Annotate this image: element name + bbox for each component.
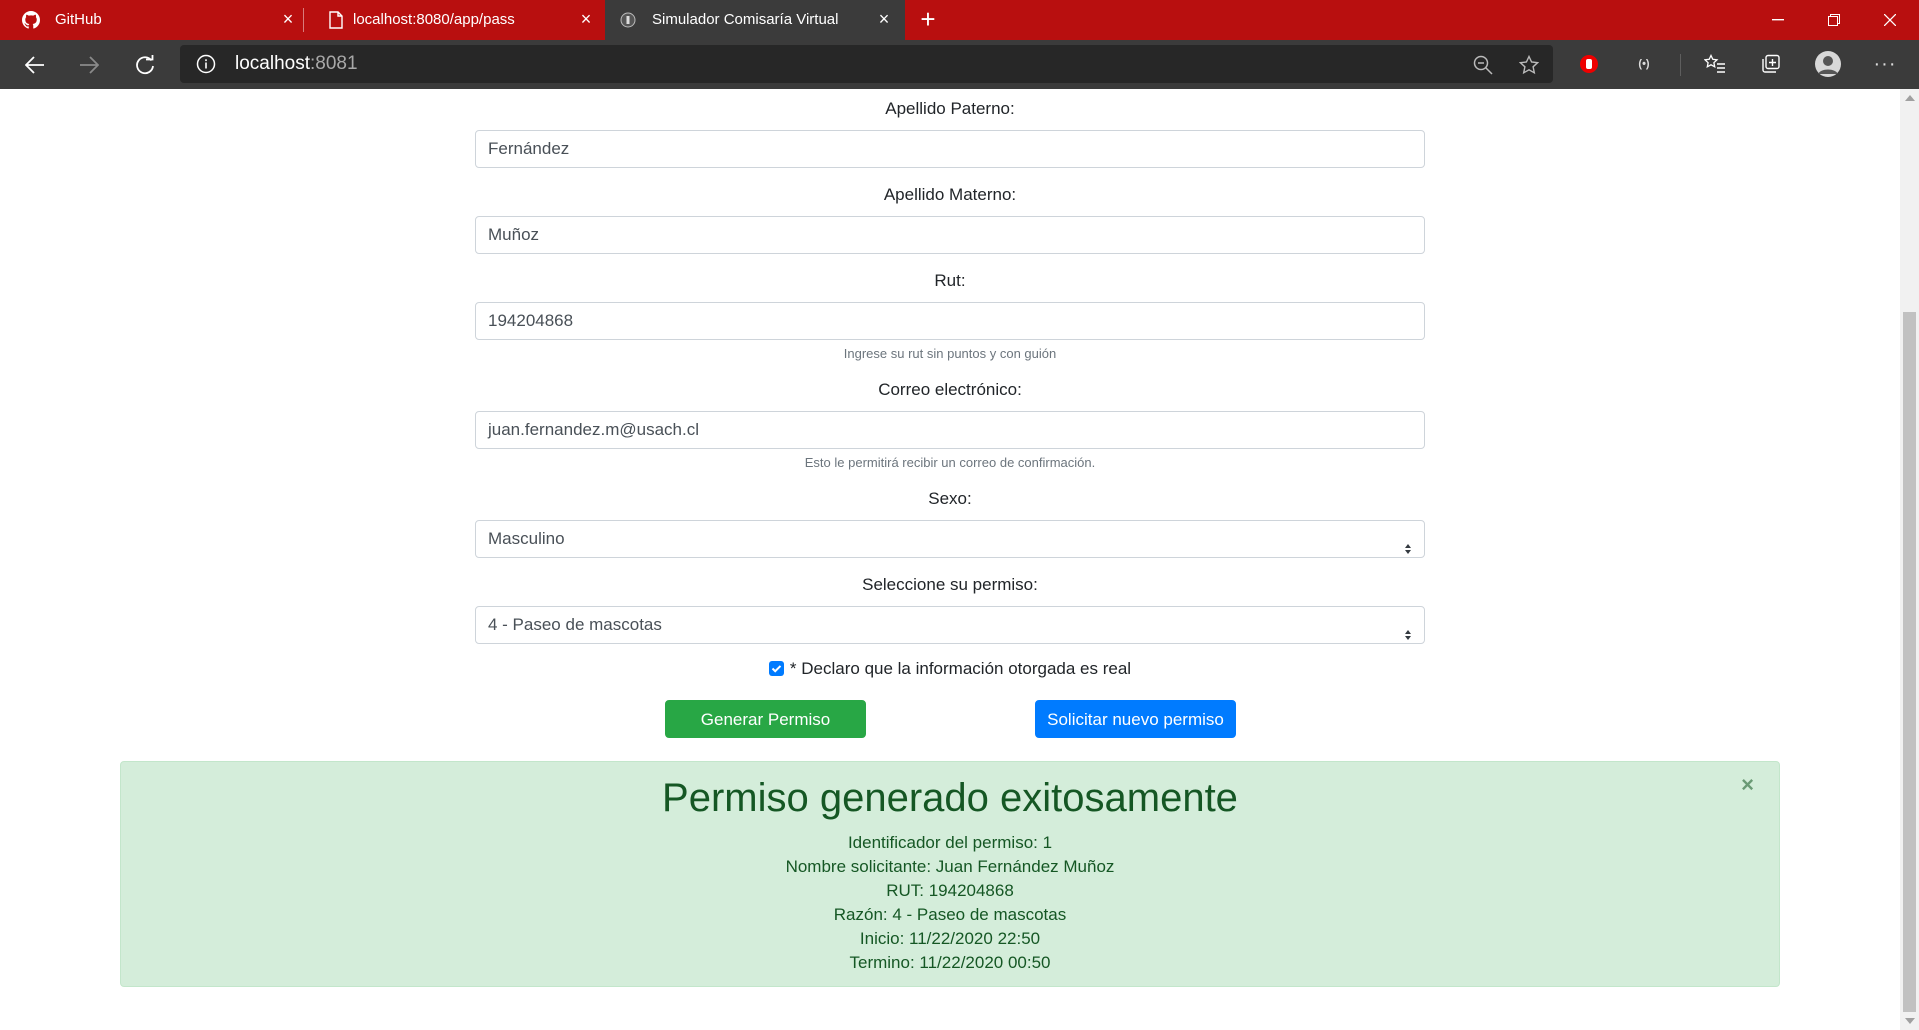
info-icon[interactable] xyxy=(196,54,216,79)
forward-button[interactable] xyxy=(72,48,106,82)
apellido-materno-input[interactable]: Muñoz xyxy=(475,216,1425,254)
declaration-checkbox[interactable] xyxy=(768,661,784,676)
favorites-list-icon[interactable] xyxy=(1700,49,1730,79)
tab-bar: GitHub × localhost:8080/app/pass × Simul… xyxy=(0,0,1919,40)
sexo-selected-value: Masculino xyxy=(488,529,565,548)
scrollbar-thumb[interactable] xyxy=(1903,312,1916,1012)
minimize-button[interactable] xyxy=(1750,0,1806,40)
tab-label: GitHub xyxy=(55,11,102,28)
rut-input[interactable]: 194204868 xyxy=(475,302,1425,340)
close-tab-icon[interactable]: × xyxy=(576,9,596,29)
favorite-star-icon[interactable] xyxy=(1518,54,1540,76)
page-scrollbar[interactable] xyxy=(1900,89,1919,1030)
apellido-paterno-label: Apellido Paterno: xyxy=(885,99,1015,118)
generar-permiso-button[interactable]: Generar Permiso xyxy=(665,700,866,738)
profile-avatar[interactable] xyxy=(1813,49,1843,79)
email-input[interactable]: juan.fernandez.m@usach.cl xyxy=(475,411,1425,449)
site-icon xyxy=(619,11,637,29)
alert-line-id: Identificador del permiso: 1 xyxy=(847,833,1053,852)
tab-divider xyxy=(303,8,304,32)
permiso-label: Seleccione su permiso: xyxy=(862,575,1038,594)
permiso-selected-value: 4 - Paseo de mascotas xyxy=(488,615,662,634)
solicitar-nuevo-permiso-button[interactable]: Solicitar nuevo permiso xyxy=(1035,700,1236,738)
scroll-down-icon[interactable] xyxy=(1905,1018,1915,1024)
email-label: Correo electrónico: xyxy=(878,380,1022,399)
refresh-button[interactable] xyxy=(128,48,162,82)
close-window-button[interactable] xyxy=(1862,0,1918,40)
page-icon xyxy=(327,11,345,29)
tab-localhost-8080[interactable]: localhost:8080/app/pass × xyxy=(305,0,605,40)
permiso-select[interactable]: 4 - Paseo de mascotas xyxy=(475,606,1425,644)
apellido-paterno-input[interactable]: Fernández xyxy=(475,130,1425,168)
collections-icon[interactable] xyxy=(1756,49,1786,79)
alert-title: Permiso generado exitosamente xyxy=(662,776,1238,820)
url-host: localhost xyxy=(235,53,310,74)
alert-line-nombre: Nombre solicitante: Juan Fernández Muñoz xyxy=(785,857,1115,876)
toolbar-divider xyxy=(1680,54,1681,76)
select-arrows-icon xyxy=(1404,619,1412,640)
extension-broadcast-icon[interactable]: (•) xyxy=(1629,49,1659,79)
success-alert: × Permiso generado exitosamente Identifi… xyxy=(120,761,1780,987)
alert-line-razon: Razón: 4 - Paseo de mascotas xyxy=(833,905,1067,924)
scroll-up-icon[interactable] xyxy=(1905,95,1915,101)
extension-adblock-icon[interactable] xyxy=(1574,49,1604,79)
tab-github[interactable]: GitHub × xyxy=(0,0,300,40)
apellido-materno-label: Apellido Materno: xyxy=(883,185,1017,204)
back-button[interactable] xyxy=(18,48,52,82)
browser-toolbar: localhost:8081 (•) ··· xyxy=(0,40,1919,89)
sexo-label: Sexo: xyxy=(928,489,972,508)
rut-label: Rut: xyxy=(934,271,966,290)
alert-line-rut: RUT: 194204868 xyxy=(886,881,1014,900)
close-tab-icon[interactable]: × xyxy=(278,9,298,29)
tab-label: Simulador Comisaría Virtual xyxy=(652,11,839,28)
email-help-text: Esto le permitirá recibir un correo de c… xyxy=(804,455,1096,470)
url-port: :8081 xyxy=(310,53,358,74)
tab-simulador[interactable]: Simulador Comisaría Virtual × xyxy=(605,0,905,40)
new-tab-button[interactable]: + xyxy=(914,6,942,34)
restore-button[interactable] xyxy=(1806,0,1862,40)
zoom-icon[interactable] xyxy=(1472,54,1494,76)
rut-help-text: Ingrese su rut sin puntos y con guión xyxy=(843,346,1057,361)
close-tab-icon[interactable]: × xyxy=(874,9,894,29)
github-icon xyxy=(22,11,40,29)
page-content: Apellido Paterno: Fernández Apellido Mat… xyxy=(0,89,1900,1030)
select-arrows-icon xyxy=(1404,533,1412,554)
address-bar[interactable]: localhost:8081 xyxy=(180,45,1553,83)
tab-label: localhost:8080/app/pass xyxy=(353,11,515,28)
declaration-label: * Declaro que la información otorgada es… xyxy=(789,659,1132,678)
declaration-checkbox-row: * Declaro que la información otorgada es… xyxy=(475,659,1425,681)
url-text: localhost:8081 xyxy=(235,53,358,75)
sexo-select[interactable]: Masculino xyxy=(475,520,1425,558)
settings-more-icon[interactable]: ··· xyxy=(1870,49,1900,79)
alert-line-inicio: Inicio: 11/22/2020 22:50 xyxy=(859,929,1041,948)
alert-line-termino: Termino: 11/22/2020 00:50 xyxy=(849,953,1051,972)
